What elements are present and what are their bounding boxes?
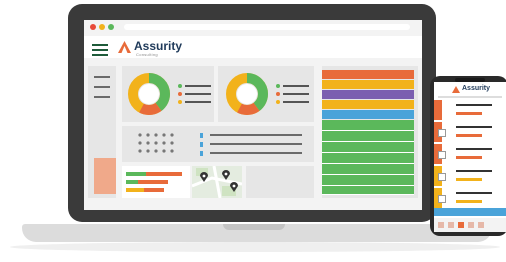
- stack-row-green: [322, 175, 414, 186]
- row-line: [456, 126, 492, 128]
- bar-green: [126, 180, 138, 184]
- stack-row-orange: [322, 70, 414, 79]
- row-checkbox[interactable]: [438, 195, 446, 203]
- hamburger-icon[interactable]: [92, 41, 108, 59]
- close-dot-icon[interactable]: [90, 24, 96, 30]
- row-accent: [434, 100, 442, 120]
- legend-dot: [178, 92, 182, 96]
- phone-row[interactable]: [434, 188, 506, 208]
- row-checkbox[interactable]: [438, 173, 446, 181]
- bar-yellow: [126, 188, 144, 192]
- map-pin-icon[interactable]: [230, 182, 238, 192]
- phone-brand-name: Assurity: [462, 85, 491, 92]
- laptop-notch: [223, 224, 285, 230]
- legend-dot: [178, 84, 182, 88]
- sidebar: [88, 66, 116, 198]
- status-stack-panel: [322, 66, 418, 198]
- phone-row[interactable]: [434, 166, 506, 186]
- row-bar: [456, 200, 482, 203]
- assurity-logo-icon: [452, 86, 460, 93]
- row-line: [456, 104, 492, 106]
- laptop-screen: Assurity Consulting: [84, 20, 422, 210]
- brand-name: Assurity: [134, 39, 183, 53]
- legend-dot: [178, 100, 182, 104]
- map-pin-icon[interactable]: [222, 170, 230, 180]
- donut-chart-1: [128, 73, 170, 115]
- legend-line: [185, 85, 211, 87]
- phone-screen: Assurity: [434, 82, 506, 232]
- stack-row-yellow: [322, 100, 414, 109]
- map-pin-icon[interactable]: [200, 172, 208, 182]
- stack-row-green: [322, 164, 414, 175]
- laptop-shadow: [10, 242, 500, 252]
- bar-orange: [144, 188, 164, 192]
- row-bar: [456, 156, 482, 159]
- row-line: [456, 170, 492, 172]
- legend-dot: [276, 100, 280, 104]
- phone-row[interactable]: [434, 100, 506, 120]
- phone-row[interactable]: [434, 122, 506, 142]
- stack-row-blue: [322, 110, 414, 119]
- assurity-logo-icon: [118, 41, 131, 53]
- map-widget[interactable]: [192, 166, 242, 198]
- bar-widget: [122, 166, 190, 198]
- stack-row-purple: [322, 90, 414, 99]
- empty-widget: [246, 166, 314, 198]
- list-line: [210, 152, 302, 154]
- legend-line: [283, 93, 309, 95]
- stack-row-green: [322, 153, 414, 164]
- minimize-dot-icon[interactable]: [99, 24, 105, 30]
- brand-subtitle: Consulting: [136, 52, 158, 57]
- row-bar: [456, 178, 482, 181]
- bar-orange: [146, 172, 182, 176]
- footer-swatch: [478, 222, 484, 228]
- stack-row-green: [322, 142, 414, 153]
- legend-line: [283, 101, 309, 103]
- sidebar-item[interactable]: [94, 96, 110, 98]
- legend-dot: [276, 84, 280, 88]
- list-widget: [122, 126, 314, 162]
- row-checkbox[interactable]: [438, 129, 446, 137]
- legend-line: [283, 85, 309, 87]
- footer-swatch: [458, 222, 464, 228]
- bar-green: [126, 172, 146, 176]
- row-line: [456, 148, 492, 150]
- maximize-dot-icon[interactable]: [108, 24, 114, 30]
- list-line: [210, 143, 302, 145]
- app-header: Assurity Consulting: [84, 36, 422, 58]
- phone-footer: [434, 218, 506, 232]
- phone-row-blue: [434, 208, 506, 216]
- address-bar[interactable]: [124, 24, 410, 30]
- phone-row[interactable]: [434, 144, 506, 164]
- legend-line: [185, 93, 211, 95]
- legend-line: [185, 101, 211, 103]
- bar-orange: [138, 180, 168, 184]
- dot-grid-icon: [138, 133, 174, 153]
- donut-widget-1: [122, 66, 214, 122]
- list-marker: [200, 133, 203, 138]
- row-line: [456, 192, 492, 194]
- footer-swatch: [438, 222, 444, 228]
- stack-row-green: [322, 186, 414, 195]
- stack-row-green: [322, 131, 414, 142]
- sidebar-item[interactable]: [94, 86, 110, 88]
- row-checkbox[interactable]: [438, 151, 446, 159]
- footer-swatch: [468, 222, 474, 228]
- stack-row-yellow: [322, 80, 414, 89]
- footer-swatch: [448, 222, 454, 228]
- list-marker: [200, 151, 203, 156]
- donut-chart-2: [226, 73, 268, 115]
- sidebar-highlight-block: [94, 158, 116, 194]
- row-bar: [456, 112, 482, 115]
- stack-row-green: [322, 120, 414, 131]
- sidebar-item[interactable]: [94, 76, 110, 78]
- list-marker: [200, 142, 203, 147]
- row-bar: [456, 134, 482, 137]
- phone-divider: [438, 96, 502, 98]
- donut-widget-2: [218, 66, 314, 122]
- legend-dot: [276, 92, 280, 96]
- list-line: [210, 134, 302, 136]
